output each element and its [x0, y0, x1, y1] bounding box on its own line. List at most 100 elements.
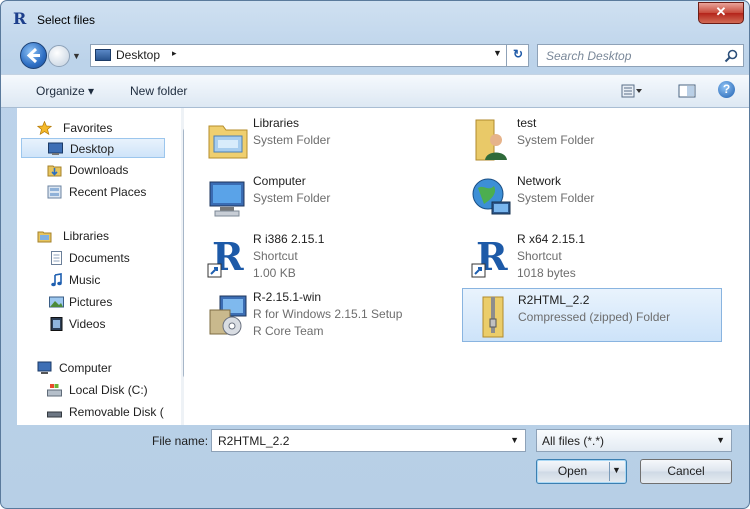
file-name: R2HTML_2.2 — [518, 293, 590, 307]
libraries-icon — [37, 231, 52, 243]
local-disk-icon — [47, 384, 62, 397]
search-icon[interactable] — [724, 49, 738, 63]
file-description: R for Windows 2.15.1 Setup — [253, 307, 403, 321]
forward-button[interactable] — [48, 45, 70, 67]
file-item-computer[interactable]: Computer System Folder — [198, 170, 453, 226]
file-item-r-installer[interactable]: R-2.15.1-win R for Windows 2.15.1 Setup … — [198, 286, 453, 342]
cancel-button[interactable]: Cancel — [640, 459, 732, 484]
close-button[interactable]: ✕ — [698, 2, 744, 24]
address-path[interactable]: Desktop — [116, 48, 160, 62]
file-type: System Folder — [517, 133, 595, 147]
open-button-label: Open — [557, 464, 588, 478]
sidebar-item-label: Computer — [59, 361, 112, 375]
network-icon — [472, 178, 511, 215]
installer-icon — [209, 295, 247, 336]
title-bar: R Select files ✕ — [1, 1, 749, 37]
file-name: R x64 2.15.1 — [517, 232, 586, 246]
file-item-network[interactable]: Network System Folder — [462, 170, 717, 226]
sidebar-item-desktop[interactable]: Desktop — [21, 138, 165, 158]
file-name: test — [517, 116, 537, 130]
recent-pages-dropdown[interactable]: ▼ — [72, 49, 82, 63]
change-view-icon[interactable] — [621, 84, 643, 98]
sidebar-item-libraries[interactable]: Libraries — [21, 226, 171, 246]
computer-icon — [37, 361, 52, 374]
refresh-button[interactable]: ↻ — [506, 44, 529, 67]
file-publisher: R Core Team — [253, 324, 324, 338]
back-button[interactable] — [20, 42, 47, 69]
removable-disk-icon — [47, 411, 62, 418]
file-item-test[interactable]: test System Folder — [462, 112, 717, 168]
preview-pane-icon[interactable] — [677, 84, 699, 98]
help-icon[interactable]: ? — [718, 81, 735, 98]
navigation-pane: Favorites Desktop Downloads Recent Place… — [17, 108, 197, 425]
file-type-select[interactable]: All files (*.*) ▼ — [536, 429, 732, 452]
sidebar-item-videos[interactable]: Videos — [21, 314, 171, 334]
file-type-dropdown-arrow[interactable]: ▼ — [716, 435, 725, 445]
desktop-icon — [48, 142, 63, 155]
sidebar-item-documents[interactable]: Documents — [21, 248, 171, 268]
new-folder-button[interactable]: New folder — [130, 84, 187, 98]
sidebar-item-removable-disk[interactable]: Removable Disk ( — [21, 402, 171, 422]
star-icon — [37, 121, 52, 135]
sidebar-item-label: Desktop — [70, 142, 115, 156]
file-type-value[interactable]: All files (*.*) — [542, 434, 604, 448]
sidebar-item-label: Music — [69, 273, 101, 287]
address-bar[interactable]: Desktop ▸ ▼ — [90, 44, 529, 67]
sidebar-item-local-disk[interactable]: Local Disk (C:) — [21, 380, 171, 400]
file-name-label: File name: — [152, 434, 209, 448]
file-type: Shortcut — [517, 249, 562, 263]
file-type: System Folder — [517, 191, 595, 205]
window-title: Select files — [37, 13, 96, 27]
file-name-value[interactable]: R2HTML_2.2 — [218, 434, 289, 448]
computer-icon — [209, 181, 245, 217]
sidebar-item-recent-places[interactable]: Recent Places — [21, 182, 171, 202]
file-size: 1018 bytes — [517, 266, 576, 280]
file-item-r2html[interactable]: R2HTML_2.2 Compressed (zipped) Folder — [462, 288, 722, 342]
file-name: R-2.15.1-win — [253, 290, 322, 304]
file-name-input[interactable]: R2HTML_2.2 ▼ — [211, 429, 526, 452]
downloads-icon — [47, 165, 62, 177]
music-icon — [51, 273, 62, 287]
file-name: Computer — [253, 174, 306, 188]
command-toolbar: Organize ▾ New folder — [1, 74, 749, 108]
organize-menu[interactable]: Organize ▾ — [36, 84, 94, 98]
user-folder-icon — [475, 119, 507, 161]
select-files-dialog: R Select files ✕ ▼ Desktop ▸ ▼ ↻ Search … — [0, 0, 750, 509]
r-shortcut-icon: R — [471, 234, 508, 279]
sidebar-item-label: Recent Places — [69, 185, 147, 199]
sidebar-item-label: Libraries — [63, 229, 110, 243]
search-box[interactable]: Search Desktop — [537, 44, 744, 67]
file-item-r-i386[interactable]: R R i386 2.15.1 Shortcut 1.00 KB — [198, 228, 453, 284]
sidebar-item-computer[interactable]: Computer — [21, 358, 171, 378]
sidebar-item-label: Documents — [69, 251, 130, 265]
r-app-icon: R — [13, 9, 27, 28]
file-item-r-x64[interactable]: R R x64 2.15.1 Shortcut 1018 bytes — [462, 228, 717, 284]
sidebar-item-music[interactable]: Music — [21, 270, 171, 290]
file-name: Network — [517, 174, 562, 188]
file-type: System Folder — [253, 133, 331, 147]
sidebar-item-label: Favorites — [63, 121, 113, 135]
sidebar-item-pictures[interactable]: Pictures — [21, 292, 171, 312]
address-dropdown-arrow[interactable]: ▼ — [493, 48, 502, 58]
open-split-divider — [609, 462, 610, 481]
file-name: R i386 2.15.1 — [253, 232, 325, 246]
sidebar-item-downloads[interactable]: Downloads — [21, 160, 171, 180]
sidebar-item-label: Local Disk (C:) — [69, 383, 148, 397]
r-shortcut-icon: R — [207, 234, 244, 279]
search-placeholder[interactable]: Search Desktop — [546, 49, 631, 63]
address-separator-arrow[interactable]: ▸ — [172, 48, 177, 59]
videos-icon — [50, 317, 63, 331]
file-name-dropdown-arrow[interactable]: ▼ — [510, 435, 519, 445]
sidebar-item-favorites[interactable]: Favorites — [21, 118, 171, 138]
sidebar-item-label: Videos — [69, 317, 106, 331]
file-item-libraries[interactable]: Libraries System Folder — [198, 112, 453, 168]
sidebar-item-label: Downloads — [69, 163, 129, 177]
zip-folder-icon — [482, 296, 504, 338]
file-type: System Folder — [253, 191, 331, 205]
recent-places-icon — [47, 185, 62, 199]
file-type: Compressed (zipped) Folder — [518, 310, 671, 324]
file-name: Libraries — [253, 116, 300, 130]
desktop-icon — [95, 49, 111, 61]
sidebar-item-label: Pictures — [69, 295, 113, 309]
open-options-dropdown-arrow[interactable]: ▼ — [612, 465, 621, 475]
